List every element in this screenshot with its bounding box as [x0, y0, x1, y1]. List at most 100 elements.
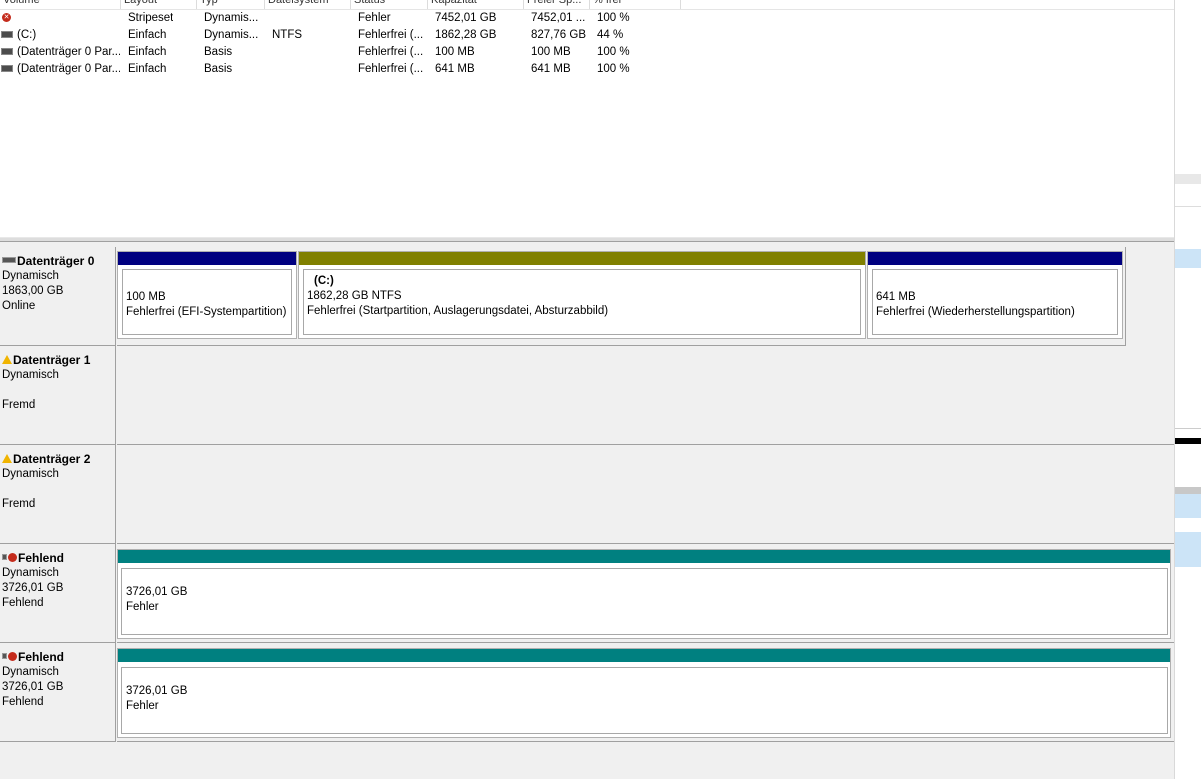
partition-stripe[interactable]: 3726,01 GB Fehler	[117, 648, 1171, 738]
disk-row-2: Datenträger 2 Dynamisch Fremd	[0, 445, 1174, 544]
free-space-cell: 7452,01 ...	[531, 12, 586, 24]
column-header-capacity[interactable]: Kapazität	[428, 0, 524, 9]
column-header-percent-free[interactable]: % frei	[590, 0, 681, 9]
partition-status: Fehler	[126, 601, 159, 613]
disk-label[interactable]: Datenträger 0 Dynamisch 1863,00 GB Onlin…	[0, 247, 116, 346]
disk-icon	[2, 256, 16, 263]
partition-color-bar	[118, 252, 296, 265]
column-header-type[interactable]: Typ	[197, 0, 265, 9]
column-header-filesystem[interactable]: Dateisystem	[265, 0, 351, 9]
edge-stripe	[1175, 206, 1201, 207]
percent-free-cell: 100 %	[597, 46, 630, 58]
partition-efi[interactable]: 100 MB Fehlerfrei (EFI-Systempartition)	[117, 251, 297, 339]
disk-name: Fehlend	[18, 650, 65, 664]
disk-status: Fremd	[2, 399, 36, 411]
adjacent-window-edge	[1174, 0, 1201, 779]
partition-status: Fehler	[126, 700, 159, 712]
disk-name: Datenträger 2	[13, 452, 91, 466]
disk-label[interactable]: Fehlend Dynamisch 3726,01 GB Fehlend	[0, 544, 116, 643]
edge-stripe	[1175, 438, 1201, 444]
disk-status: Fehlend	[2, 597, 44, 609]
partition-size: 100 MB	[126, 291, 166, 303]
partition-status: Fehlerfrei (EFI-Systempartition)	[126, 306, 287, 318]
volume-list: Volume Layout Typ Dateisystem Status Kap…	[0, 0, 1174, 237]
disk-partition-area: 3726,01 GB Fehler	[117, 544, 1174, 643]
disk-partition-area: 100 MB Fehlerfrei (EFI-Systempartition) …	[117, 247, 1126, 346]
percent-free-cell: 44 %	[597, 29, 624, 41]
disk-icon	[2, 553, 7, 560]
edge-highlight	[1175, 494, 1201, 518]
disk-type: Dynamisch	[2, 369, 59, 381]
partition-size: 1862,28 GB NTFS	[307, 290, 402, 302]
free-space-cell: 100 MB	[531, 46, 571, 58]
partition-size: 641 MB	[876, 291, 916, 303]
disk-size: 1863,00 GB	[2, 285, 64, 297]
column-header-status[interactable]: Status	[351, 0, 428, 9]
volume-name-cell: (Datenträger 0 Par...	[0, 44, 120, 61]
partition-recovery[interactable]: 641 MB Fehlerfrei (Wiederherstellungspar…	[867, 251, 1123, 339]
capacity-cell: 641 MB	[435, 63, 475, 75]
type-cell: Basis	[204, 63, 233, 75]
pane-splitter[interactable]	[0, 237, 1174, 242]
edge-stripe	[1175, 174, 1201, 184]
disk-label[interactable]: Datenträger 2 Dynamisch Fremd	[0, 445, 116, 544]
disk-row-missing-1: Fehlend Dynamisch 3726,01 GB Fehlend 372…	[0, 544, 1174, 643]
column-header-row: Volume Layout Typ Dateisystem Status Kap…	[0, 0, 1174, 10]
partition-c[interactable]: (C:) 1862,28 GB NTFS Fehlerfrei (Startpa…	[298, 251, 866, 339]
disk-row-1: Datenträger 1 Dynamisch Fremd	[0, 346, 1174, 445]
column-header-free-space[interactable]: Freier Sp...	[524, 0, 590, 9]
error-icon	[8, 652, 17, 662]
partition-color-bar	[118, 550, 1170, 563]
disk-partition-area	[117, 445, 1174, 544]
edge-highlight	[1175, 249, 1201, 268]
disk-label[interactable]: Datenträger 1 Dynamisch Fremd	[0, 346, 116, 445]
free-space-cell: 827,76 GB	[531, 29, 586, 41]
percent-free-cell: 100 %	[597, 12, 630, 24]
disk-row-0: Datenträger 0 Dynamisch 1863,00 GB Onlin…	[0, 247, 1174, 346]
warning-icon	[2, 454, 12, 464]
filesystem-cell: NTFS	[272, 29, 303, 41]
free-space-cell: 641 MB	[531, 63, 571, 75]
status-cell: Fehlerfrei (...	[358, 63, 424, 75]
status-cell: Fehlerfrei (...	[358, 29, 424, 41]
partition-stripe[interactable]: 3726,01 GB Fehler	[117, 549, 1171, 639]
capacity-cell: 100 MB	[435, 46, 475, 58]
disk-name: Datenträger 0	[17, 254, 95, 268]
type-cell: Basis	[204, 46, 233, 58]
capacity-cell: 7452,01 GB	[435, 12, 497, 24]
disk-label[interactable]: Fehlend Dynamisch 3726,01 GB Fehlend	[0, 643, 116, 742]
error-icon: ✕	[2, 13, 11, 23]
type-cell: Dynamis...	[204, 12, 259, 24]
partition-status: Fehlerfrei (Wiederherstellungspartition)	[876, 306, 1075, 318]
volume-row[interactable]: (C:) Einfach Dynamis... NTFS Fehlerfrei …	[0, 27, 1174, 44]
edge-stripe	[1175, 487, 1201, 494]
disk-status: Fehlend	[2, 696, 44, 708]
volume-row[interactable]: (Datenträger 0 Par... Einfach Basis Fehl…	[0, 44, 1174, 61]
disk-partition-area	[117, 346, 1174, 445]
column-header-layout[interactable]: Layout	[121, 0, 197, 9]
layout-cell: Einfach	[128, 63, 167, 75]
disk-row-missing-2: Fehlend Dynamisch 3726,01 GB Fehlend 372…	[0, 643, 1174, 742]
disk-partition-area: 3726,01 GB Fehler	[117, 643, 1174, 742]
disk-name: Fehlend	[18, 551, 65, 565]
status-cell: Fehler	[358, 12, 391, 24]
volume-row[interactable]: (Datenträger 0 Par... Einfach Basis Fehl…	[0, 61, 1174, 78]
warning-icon	[2, 355, 12, 365]
partition-size: 3726,01 GB	[126, 685, 188, 697]
disk-type: Dynamisch	[2, 666, 59, 678]
layout-cell: Einfach	[128, 29, 167, 41]
disk-status: Fremd	[2, 498, 36, 510]
volume-row[interactable]: ✕ Stripeset Dynamis... Fehler 7452,01 GB…	[0, 10, 1174, 27]
column-header-volume[interactable]: Volume	[0, 0, 121, 9]
disk-size	[2, 482, 115, 497]
edge-highlight	[1175, 532, 1201, 567]
error-icon	[8, 553, 17, 563]
layout-cell: Einfach	[128, 46, 167, 58]
partition-name: (C:)	[314, 275, 334, 287]
edge-stripe	[1175, 428, 1201, 429]
type-cell: Dynamis...	[204, 29, 259, 41]
percent-free-cell: 100 %	[597, 63, 630, 75]
drive-icon	[1, 65, 13, 73]
drive-icon	[1, 31, 13, 39]
disk-type: Dynamisch	[2, 270, 59, 282]
